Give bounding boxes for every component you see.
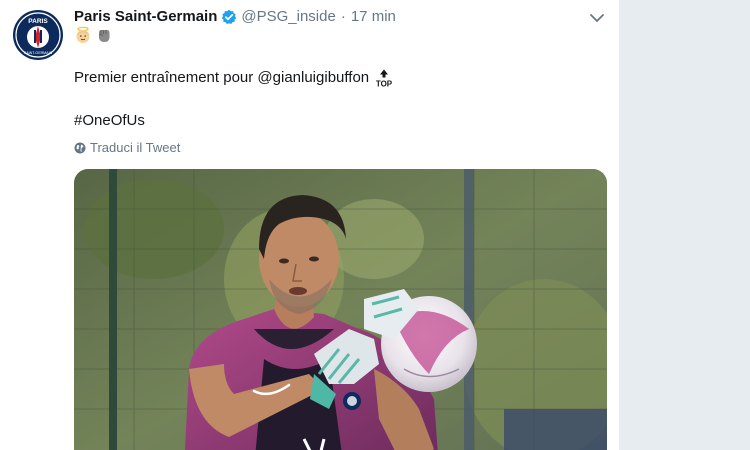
emoji-row	[74, 26, 113, 44]
raised-fist-icon	[95, 26, 113, 44]
separator-dot: ·	[340, 8, 346, 25]
translate-label: Traduci il Tweet	[90, 140, 181, 155]
top-emoji-label: TOP	[376, 80, 393, 89]
tweet-header: Paris Saint-Germain @PSG_inside · 17 min	[74, 7, 396, 27]
tweet-timestamp[interactable]: 17 min	[351, 7, 396, 27]
tweet-text-prefix: Premier entraînement pour	[74, 69, 258, 86]
globe-icon	[74, 142, 86, 154]
chevron-down-icon[interactable]	[588, 10, 606, 26]
avatar[interactable]: PARIS SAINT-GERMAIN	[13, 10, 63, 60]
mention-link[interactable]: @gianluigibuffon	[257, 68, 369, 88]
hashtag-link[interactable]: #OneOfUs	[74, 111, 145, 131]
top-arrow-icon: TOP	[374, 68, 394, 88]
angel-face-icon	[74, 26, 92, 44]
tweet-card[interactable]: PARIS SAINT-GERMAIN Paris Saint-Germain …	[0, 0, 619, 450]
verified-badge-icon	[221, 9, 237, 25]
avatar-text-bottom: SAINT-GERMAIN	[24, 51, 53, 55]
translate-tweet-link[interactable]: Traduci il Tweet	[74, 140, 180, 156]
tweet-text: Premier entraînement pour @gianluigibuff…	[74, 68, 394, 88]
display-name[interactable]: Paris Saint-Germain	[74, 7, 217, 27]
tweet-photo[interactable]	[74, 169, 607, 450]
avatar-text-top: PARIS	[28, 18, 48, 25]
user-handle[interactable]: @PSG_inside	[241, 7, 335, 27]
